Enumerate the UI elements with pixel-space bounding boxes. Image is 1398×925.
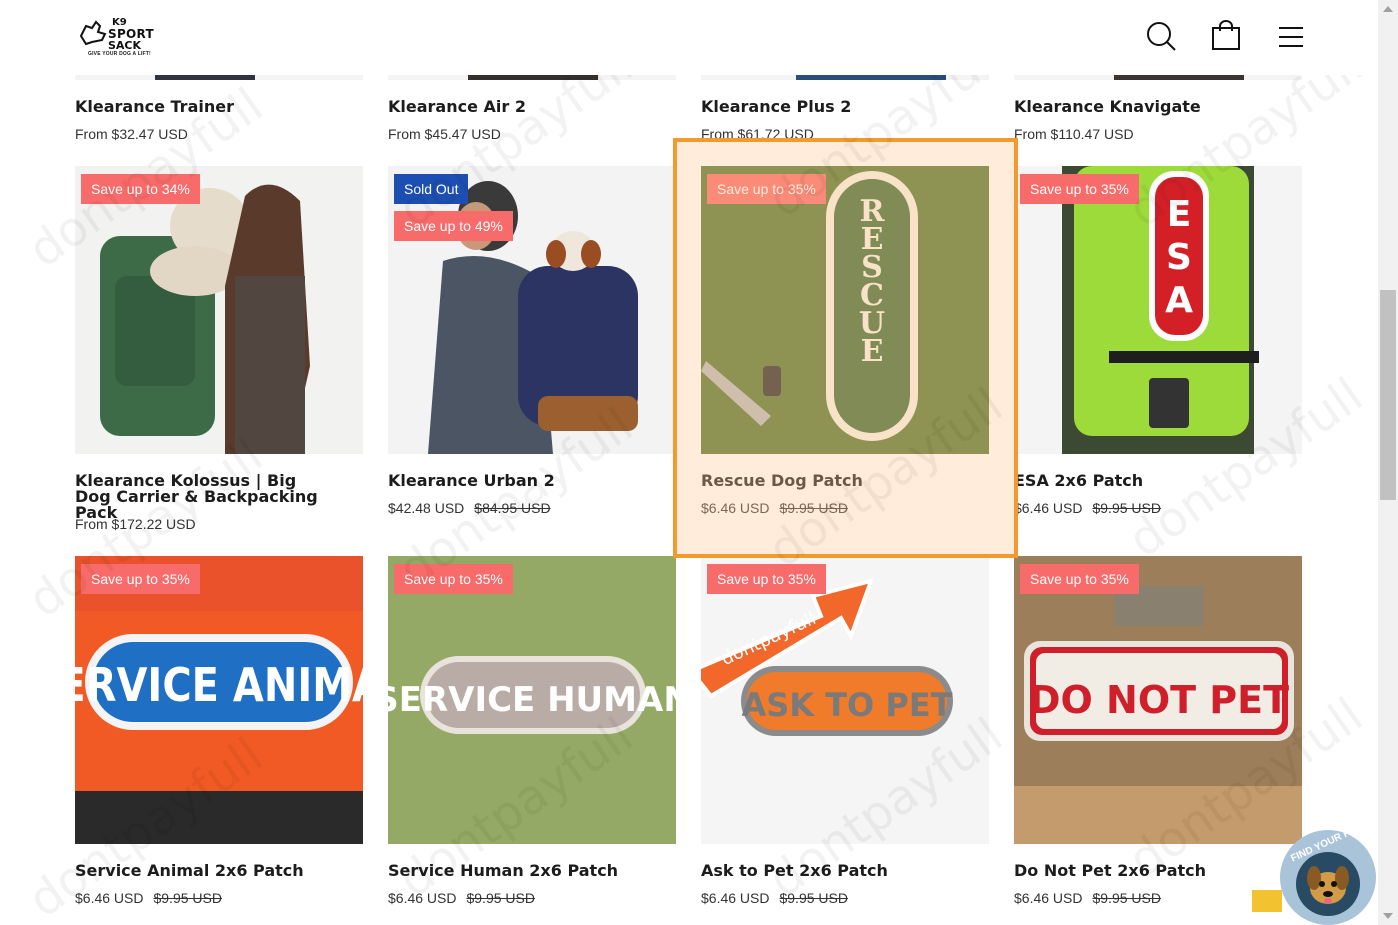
logo-tagline: GIVE YOUR DOG A LIFT! bbox=[88, 51, 151, 57]
sale-badge: Save up to 34% bbox=[81, 174, 200, 204]
product-title[interactable]: Rescue Dog Patch bbox=[701, 473, 1001, 489]
compare-price: $9.95 USD bbox=[779, 890, 848, 906]
ruler-icon bbox=[1252, 890, 1282, 912]
sale-badge: Save up to 35% bbox=[707, 564, 826, 594]
product-title[interactable]: Klearance Plus 2 bbox=[701, 99, 1001, 115]
patch-text: ASK TO PET bbox=[741, 686, 952, 724]
product-title[interactable]: Ask to Pet 2x6 Patch bbox=[701, 863, 1001, 879]
compare-price: $9.95 USD bbox=[466, 890, 535, 906]
product-price: $6.46 USD $9.95 USD bbox=[1014, 500, 1161, 516]
product-title[interactable]: Service Human 2x6 Patch bbox=[388, 863, 688, 879]
product-image-kolossus[interactable]: Save up to 34% bbox=[75, 166, 363, 454]
product-title[interactable]: Service Animal 2x6 Patch bbox=[75, 863, 375, 879]
scroll-up-arrow-icon[interactable] bbox=[1383, 6, 1393, 12]
product-price: From $45.47 USD bbox=[388, 126, 501, 142]
product-price: From $61.72 USD bbox=[701, 126, 814, 142]
sale-badge: Save up to 49% bbox=[394, 211, 513, 241]
product-image-rescue-dog-patch[interactable]: R E S C U E Save up to 35% bbox=[701, 166, 989, 454]
scrollbar-thumb[interactable] bbox=[1380, 290, 1396, 500]
product-price: $6.46 USD $9.95 USD bbox=[1014, 890, 1161, 906]
sale-badge: Save up to 35% bbox=[1020, 174, 1139, 204]
product-title[interactable]: ESA 2x6 Patch bbox=[1014, 473, 1314, 489]
compare-price: $84.95 USD bbox=[474, 500, 551, 516]
sale-badge: Save up to 35% bbox=[81, 564, 200, 594]
product-image-ask-to-pet-patch[interactable]: ASK TO PET dontpayfull Save up to 35% bbox=[701, 556, 989, 844]
site-header: K9 SPORT SACK GIVE YOUR DOG A LIFT! bbox=[0, 0, 1378, 75]
product-price: $6.46 USD $9.95 USD bbox=[701, 890, 848, 906]
product-image-service-animal-patch[interactable]: SERVICE ANIMAL Save up to 35% bbox=[75, 556, 363, 844]
sale-badge: Save up to 35% bbox=[707, 174, 826, 204]
product-price: From $172.22 USD bbox=[75, 516, 196, 532]
menu-icon[interactable] bbox=[1275, 20, 1307, 52]
sale-badge: Save up to 35% bbox=[1020, 564, 1139, 594]
patch-text: SERVICE HUMAN bbox=[388, 680, 676, 720]
product-price: From $110.47 USD bbox=[1014, 126, 1134, 142]
compare-price: $9.95 USD bbox=[153, 890, 222, 906]
product-image-service-human-patch[interactable]: SERVICE HUMAN Save up to 35% bbox=[388, 556, 676, 844]
search-icon[interactable] bbox=[1145, 20, 1177, 52]
product-image-esa-patch[interactable]: E S A Save up to 35% bbox=[1014, 166, 1302, 454]
product-image-urban-2[interactable]: Sold Out Save up to 49% bbox=[388, 166, 676, 454]
product-title[interactable]: Klearance Knavigate bbox=[1014, 99, 1314, 115]
product-price: $6.46 USD $9.95 USD bbox=[75, 890, 222, 906]
esa-patch-text-s: S bbox=[1166, 237, 1192, 278]
patch-text: DO NOT PET bbox=[1029, 678, 1289, 722]
product-title[interactable]: Klearance Kolossus | Big Dog Carrier & B… bbox=[75, 473, 335, 521]
product-price: From $32.47 USD bbox=[75, 126, 188, 142]
esa-patch-text-e: E bbox=[1167, 194, 1192, 235]
compare-price: $9.95 USD bbox=[1092, 500, 1161, 516]
bag-icon[interactable] bbox=[1210, 20, 1242, 52]
sold-out-badge: Sold Out bbox=[394, 174, 469, 204]
product-price: $6.46 USD $9.95 USD bbox=[388, 890, 535, 906]
product-image-do-not-pet-patch[interactable]: DO NOT PET Save up to 35% bbox=[1014, 556, 1302, 844]
find-your-fit-button[interactable]: FIND YOUR FIT! bbox=[1280, 830, 1376, 925]
rescue-patch-text-6: E bbox=[861, 334, 884, 369]
page-scrollbar[interactable] bbox=[1378, 0, 1398, 925]
sale-badge: Save up to 35% bbox=[394, 564, 513, 594]
product-title[interactable]: Klearance Trainer bbox=[75, 99, 375, 115]
dog-logo-icon bbox=[79, 20, 107, 46]
product-title[interactable]: Do Not Pet 2x6 Patch bbox=[1014, 863, 1314, 879]
compare-price: $9.95 USD bbox=[1092, 890, 1161, 906]
logo-sack: SACK bbox=[108, 39, 142, 52]
dog-face-icon bbox=[1296, 852, 1360, 916]
scroll-down-arrow-icon[interactable] bbox=[1383, 913, 1393, 919]
patch-text: SERVICE ANIMAL bbox=[75, 659, 363, 712]
product-title[interactable]: Klearance Urban 2 bbox=[388, 473, 688, 489]
esa-patch-text-a: A bbox=[1165, 280, 1193, 321]
compare-price: $9.95 USD bbox=[779, 500, 848, 516]
k9-sport-sack-logo[interactable]: K9 SPORT SACK GIVE YOUR DOG A LIFT! bbox=[78, 16, 164, 58]
product-price: $42.48 USD $84.95 USD bbox=[388, 500, 551, 516]
product-title[interactable]: Klearance Air 2 bbox=[388, 99, 688, 115]
product-price: $6.46 USD $9.95 USD bbox=[701, 500, 848, 516]
